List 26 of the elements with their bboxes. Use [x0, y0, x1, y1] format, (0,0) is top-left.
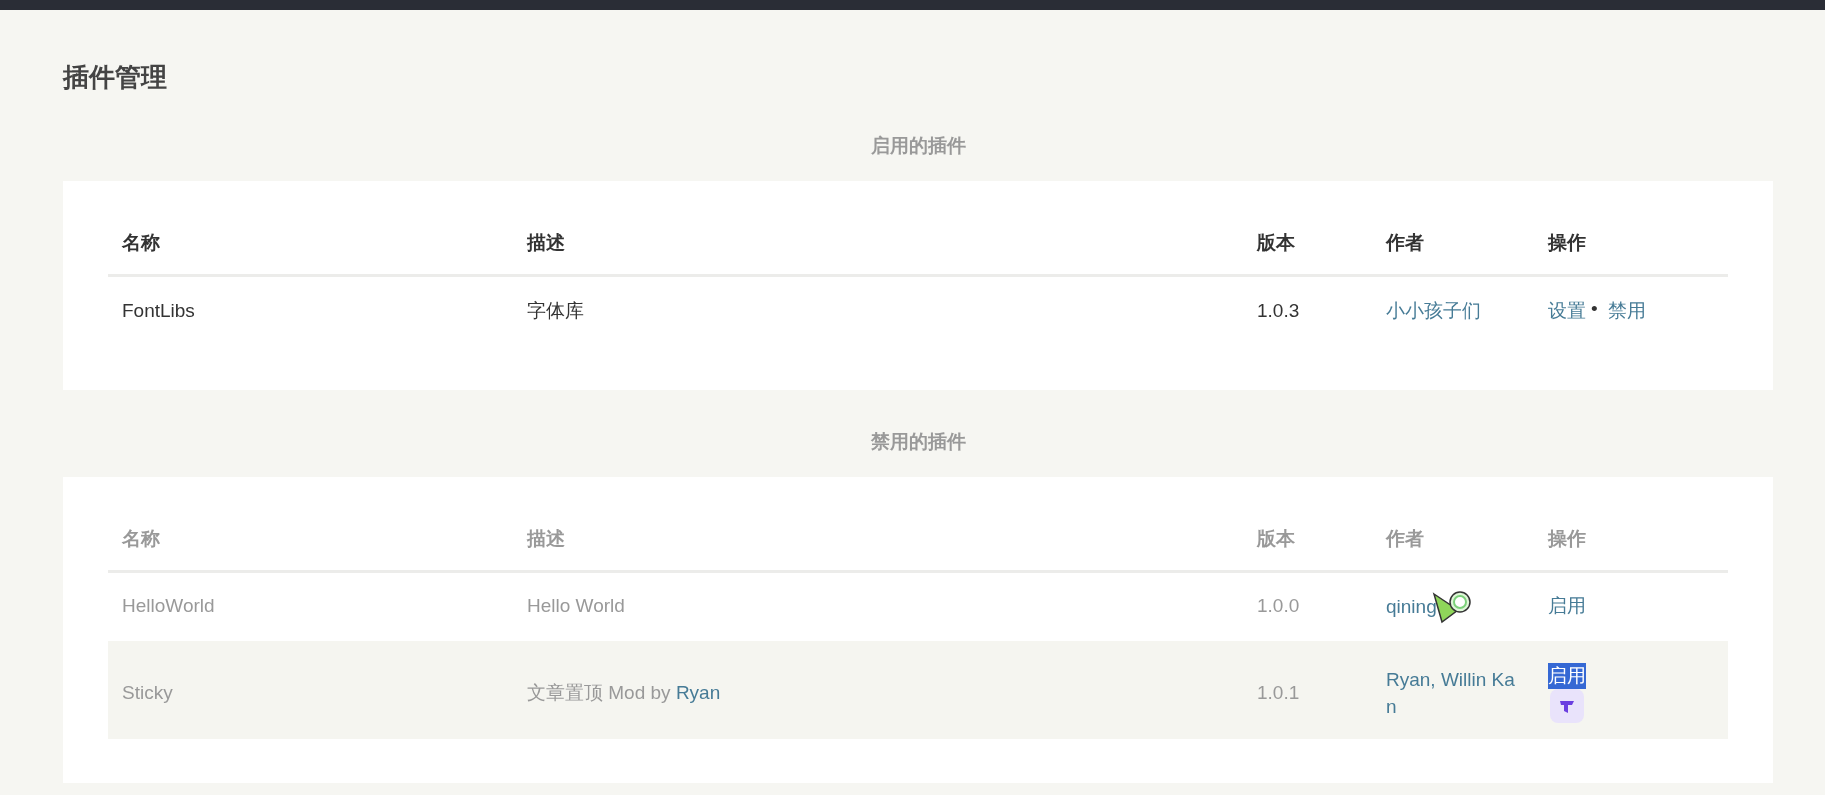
column-header: 描述 — [513, 211, 1243, 276]
column-header: 操作 — [1534, 506, 1728, 572]
column-header: 操作 — [1534, 211, 1728, 276]
plugin-description: 字体库 — [527, 299, 584, 321]
column-header: 作者 — [1372, 211, 1534, 276]
column-header: 作者 — [1372, 506, 1534, 572]
action-link[interactable]: 设置 — [1548, 297, 1586, 324]
column-header: 名称 — [108, 506, 513, 572]
plugin-name: Sticky — [122, 682, 173, 704]
column-header: 描述 — [513, 506, 1243, 572]
plugin-name: HelloWorld — [122, 595, 215, 617]
plugin-name: FontLibs — [122, 299, 195, 321]
author-link[interactable]: 小小孩子们 — [1386, 297, 1520, 325]
column-header: 名称 — [108, 211, 513, 276]
action-link[interactable]: 禁用 — [1607, 297, 1646, 324]
section-heading: 启用的插件 — [869, 134, 967, 158]
plugin-version: 1.0.1 — [1257, 682, 1300, 704]
page-title: 插件管理 — [63, 64, 168, 90]
separator-dot: • — [1591, 297, 1598, 319]
plugin-description: Hello World — [527, 595, 625, 617]
plugin-version: 1.0.3 — [1257, 299, 1300, 321]
section-heading: 禁用的插件 — [869, 429, 967, 454]
column-header: 版本 — [1243, 506, 1372, 572]
column-header: 版本 — [1243, 211, 1372, 276]
plugin-version: 1.0.0 — [1257, 595, 1300, 617]
plugin-description: 文章置顶 Mod by Ryan — [527, 682, 721, 704]
